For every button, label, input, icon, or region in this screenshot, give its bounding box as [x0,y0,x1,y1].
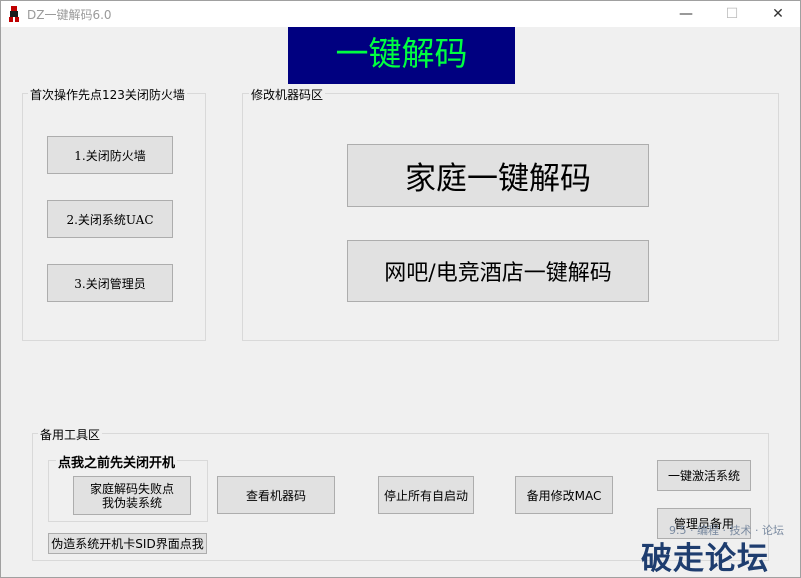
machine-code-group-label: 修改机器码区 [249,86,326,103]
close-button[interactable]: ✕ [755,1,801,27]
maximize-button[interactable]: ☐ [709,1,755,27]
disable-uac-button[interactable]: 2.关闭系统UAC [47,200,173,238]
netcafe-decode-button[interactable]: 网吧/电竞酒店一键解码 [347,240,649,302]
view-machine-code-button[interactable]: 查看机器码 [217,476,335,514]
home-decode-button[interactable]: 家庭一键解码 [347,144,649,207]
machine-code-group [242,93,779,341]
backup-mac-button[interactable]: 备用修改MAC [515,476,613,514]
app-icon [9,6,19,22]
title-bar: DZ一键解码6.0 — ☐ ✕ [1,1,800,27]
banner-title: 一键解码 [288,27,515,84]
watermark-logo: 破走论坛 [641,541,769,577]
fake-sid-button[interactable]: 伪造系统开机卡SID界面点我 [48,533,207,554]
fake-system-button-line1: 家庭解码失败点 [89,481,174,496]
activate-system-button[interactable]: 一键激活系统 [657,460,751,491]
app-window: DZ一键解码6.0 — ☐ ✕ 一键解码 首次操作先点123关闭防火墙 1.关闭… [0,0,801,578]
stop-autostart-button[interactable]: 停止所有自启动 [378,476,474,514]
startup-subgroup-label: 点我之前先关闭开机 [56,452,178,471]
firewall-group-label: 首次操作先点123关闭防火墙 [28,86,187,103]
fake-system-button-line2: 我伪装系统 [101,495,162,510]
disable-firewall-button[interactable]: 1.关闭防火墙 [47,136,173,174]
fake-system-button[interactable]: 家庭解码失败点 我伪装系统 [73,476,191,515]
tools-group-label: 备用工具区 [38,426,103,443]
window-title: DZ一键解码6.0 [27,8,112,22]
minimize-button[interactable]: — [663,1,709,27]
disable-admin-button[interactable]: 3.关闭管理员 [47,264,173,302]
